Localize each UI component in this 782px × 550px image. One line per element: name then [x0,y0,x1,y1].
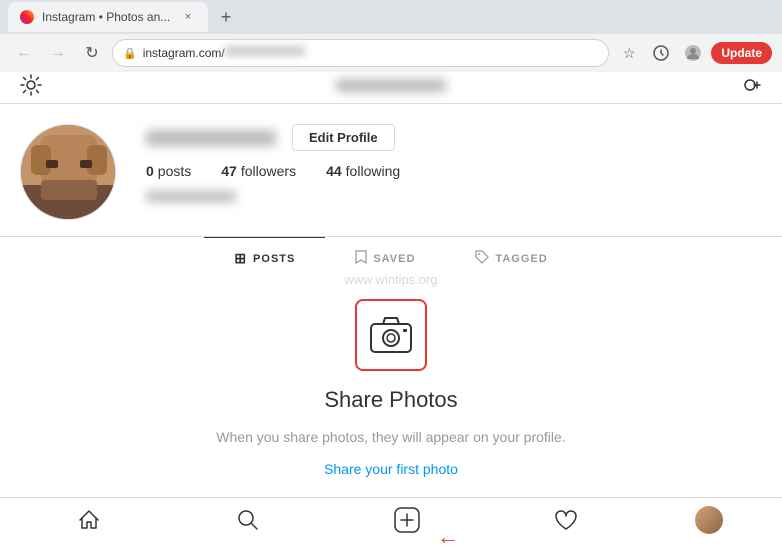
tab-title: Instagram • Photos an... [42,10,172,24]
forward-button[interactable]: → [44,39,72,67]
tab-bar: Instagram • Photos an... × + [0,0,782,34]
refresh-button[interactable]: ↻ [78,39,106,67]
posts-stat: 0 posts [146,163,191,179]
toolbar-actions: ☆ Update [615,39,772,67]
bottom-nav: ← [0,497,782,541]
bookmark-icon[interactable]: ☆ [615,39,643,67]
followers-stat: 47 followers [221,163,296,179]
tagged-tab-label: TAGGED [495,253,547,265]
update-button[interactable]: Update [711,42,772,64]
heart-nav-button[interactable] [536,498,596,542]
saved-tab-icon [355,250,367,267]
new-tab-button[interactable]: + [212,3,240,31]
profile-tabs: ⊞ POSTS SAVED TAGGED [0,237,782,279]
avatar [20,124,116,220]
ssl-lock-icon: 🔒 [123,47,137,60]
tagged-tab-icon [475,250,489,267]
share-description: When you share photos, they will appear … [216,429,565,445]
posts-label: posts [158,163,191,179]
tab-saved[interactable]: SAVED [325,237,445,279]
header-username [336,79,446,97]
share-first-photo-link[interactable]: Share your first photo [324,461,458,477]
extensions-icon[interactable] [647,39,675,67]
following-label: following [346,163,400,179]
profile-nav-button[interactable] [695,506,723,534]
avatar-image [21,125,115,219]
instagram-app: www.wintips.org [0,72,782,541]
following-stat: 44 following [326,163,400,179]
add-nav-button-wrap: ← [377,498,437,542]
bio-blurred [146,191,236,202]
profile-info: Edit Profile 0 posts 47 followers 44 fol… [146,124,762,202]
following-count: 44 [326,163,342,179]
add-user-button[interactable] [740,74,762,102]
posts-tab-icon: ⊞ [234,250,247,267]
settings-icon[interactable] [20,74,42,102]
saved-tab-label: SAVED [373,253,415,265]
camera-icon [369,316,413,354]
camera-box [355,299,427,371]
share-title: Share Photos [324,387,457,413]
search-nav-button[interactable] [218,498,278,542]
empty-state: Share Photos When you share photos, they… [0,279,782,497]
arrow-indicator: ← [437,524,459,550]
url-bar[interactable]: 🔒 instagram.com/ [112,39,609,67]
edit-profile-button[interactable]: Edit Profile [292,124,395,151]
profile-icon[interactable] [679,39,707,67]
home-nav-button[interactable] [59,498,119,542]
tab-favicon [20,10,34,24]
instagram-header [0,72,782,104]
address-bar: ← → ↻ 🔒 instagram.com/ ☆ [0,34,782,72]
profile-username-blurred [146,130,276,146]
tab-close-button[interactable]: × [180,9,196,25]
posts-tab-label: POSTS [253,253,295,265]
active-tab[interactable]: Instagram • Photos an... × [8,2,208,32]
back-button[interactable]: ← [10,39,38,67]
profile-top: Edit Profile [146,124,762,151]
profile-stats: 0 posts 47 followers 44 following [146,163,762,179]
posts-count: 0 [146,163,154,179]
tab-tagged[interactable]: TAGGED [445,237,577,279]
url-text: instagram.com/ [143,46,599,60]
browser-window: Instagram • Photos an... × + ← → ↻ 🔒 ins… [0,0,782,72]
add-nav-button[interactable] [377,498,437,542]
tab-posts[interactable]: ⊞ POSTS [204,237,325,279]
profile-section: Edit Profile 0 posts 47 followers 44 fol… [0,104,782,236]
followers-label: followers [241,163,296,179]
followers-count: 47 [221,163,237,179]
